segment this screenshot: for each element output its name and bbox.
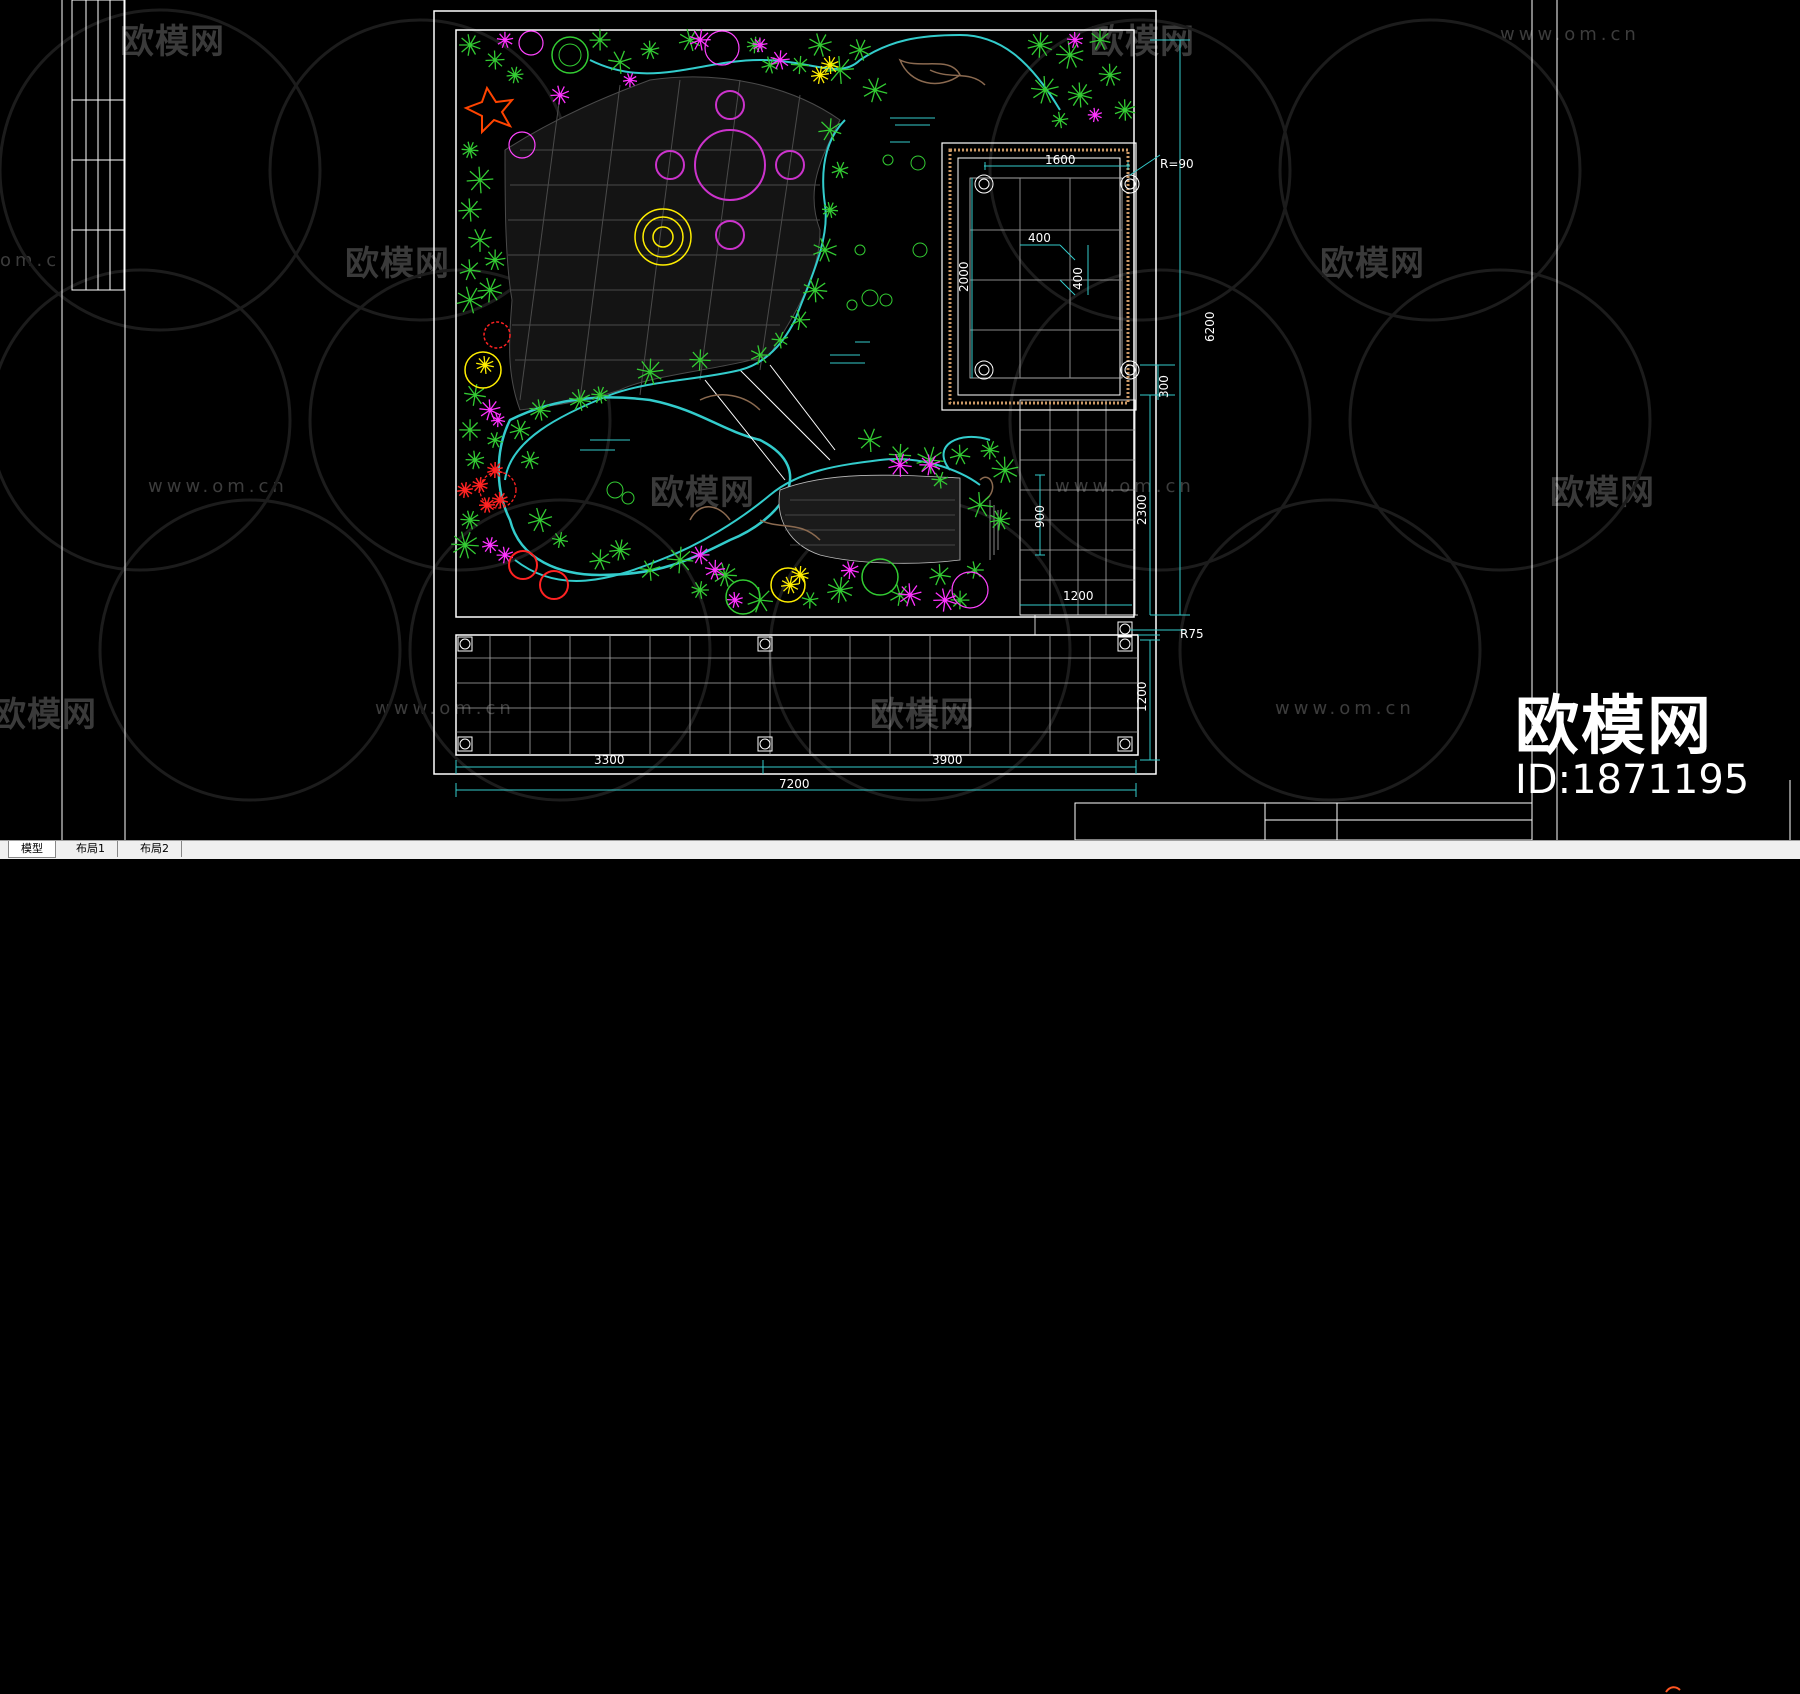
green-plant-66	[858, 428, 882, 453]
green-plant-22	[459, 419, 481, 441]
green-plant-6	[678, 28, 702, 52]
path-strip	[704, 364, 836, 481]
dim-400-b: 400	[1071, 267, 1085, 290]
green-plant-14	[461, 141, 479, 159]
red-plant-1	[487, 461, 503, 479]
green-plant-0	[459, 34, 481, 56]
green-plant-9	[790, 55, 810, 75]
green-plant-63	[1114, 99, 1136, 121]
green-plant-69	[949, 444, 971, 465]
dim-1600: 1600	[1045, 153, 1076, 167]
tab-layout-1[interactable]: 布局1	[64, 841, 118, 857]
green-plant-28	[520, 450, 540, 470]
green-plant-38	[801, 591, 819, 609]
yellow-plant-2	[476, 356, 494, 374]
green-plant-60	[1089, 29, 1111, 50]
magenta-plant-2	[622, 73, 638, 88]
dim-400-a: 400	[1028, 231, 1051, 245]
green-plant-23	[465, 450, 485, 470]
green-plant-13	[862, 77, 888, 103]
drawing-viewport[interactable]: 欧模网 欧模网 欧模网 欧模网 欧模网 欧模网 欧模网 欧模网 www.om.c…	[0, 0, 1800, 840]
dim-6200: 6200	[1203, 311, 1217, 342]
dim-7200: 7200	[779, 777, 810, 791]
magenta-plant-12	[690, 545, 710, 565]
green-plant-1	[485, 50, 505, 70]
dim-2000: 2000	[957, 261, 971, 292]
red-plant-4	[478, 497, 496, 513]
dim-3900: 3900	[932, 753, 963, 767]
magenta-plant-1	[550, 85, 570, 105]
dim-1200-h: 1200	[1063, 589, 1094, 603]
green-plant-12	[849, 39, 871, 61]
green-plant-46	[821, 201, 839, 219]
green-plant-10	[808, 33, 832, 57]
green-plant-31	[589, 549, 611, 571]
green-plant-67	[888, 443, 912, 467]
layout-tab-bar: 模型 布局1 布局2	[0, 840, 1800, 1693]
dim-300: 300	[1157, 375, 1171, 398]
tab-model[interactable]: 模型	[8, 841, 56, 858]
dim-900: 900	[1033, 505, 1047, 528]
green-plant-5	[640, 40, 660, 60]
green-plant-32	[609, 539, 631, 561]
patio-paving	[504, 76, 841, 411]
magenta-plant-14	[898, 583, 922, 607]
dim-2300: 2300	[1135, 494, 1149, 525]
green-plant-29	[527, 507, 553, 533]
brand-id-text: ID:1871195	[1515, 757, 1750, 803]
green-plant-61	[1098, 63, 1122, 86]
green-plant-64	[1051, 111, 1069, 129]
magenta-plant-16	[840, 561, 859, 580]
green-plant-59	[1056, 41, 1084, 69]
green-plant-45	[831, 161, 849, 179]
magenta-plant-17	[726, 591, 743, 608]
green-plant-57	[509, 419, 531, 441]
red-plant-3	[492, 491, 508, 509]
green-plant-17	[468, 229, 492, 252]
green-plant-70	[980, 440, 1000, 460]
status-mark-icon	[1665, 1686, 1681, 1693]
green-plant-30	[551, 531, 569, 549]
green-plant-39	[827, 577, 853, 603]
green-plant-3	[589, 29, 611, 51]
green-plant-16	[458, 198, 482, 222]
red-plant-2	[456, 481, 474, 499]
dim-r75: R75	[1180, 627, 1204, 641]
dim-1200-v: 1200	[1135, 681, 1149, 712]
green-plant-2	[506, 66, 524, 84]
green-plant-19	[484, 249, 506, 271]
green-plant-15	[466, 166, 494, 194]
green-plant-62	[1067, 82, 1093, 108]
green-plant-58	[1027, 32, 1053, 58]
magenta-plant-7	[1087, 107, 1103, 123]
dim-r90: R=90	[1160, 157, 1194, 171]
yellow-plant-0	[811, 65, 829, 85]
pond	[497, 396, 792, 577]
magenta-plant-11	[481, 537, 499, 554]
green-plant-52	[689, 349, 711, 371]
green-plant-41	[929, 564, 951, 586]
tab-layout-2[interactable]: 布局2	[128, 841, 182, 857]
brand-logo-text: 欧模网	[1515, 690, 1713, 764]
dim-3300: 3300	[594, 753, 625, 767]
green-plant-42	[950, 590, 970, 610]
